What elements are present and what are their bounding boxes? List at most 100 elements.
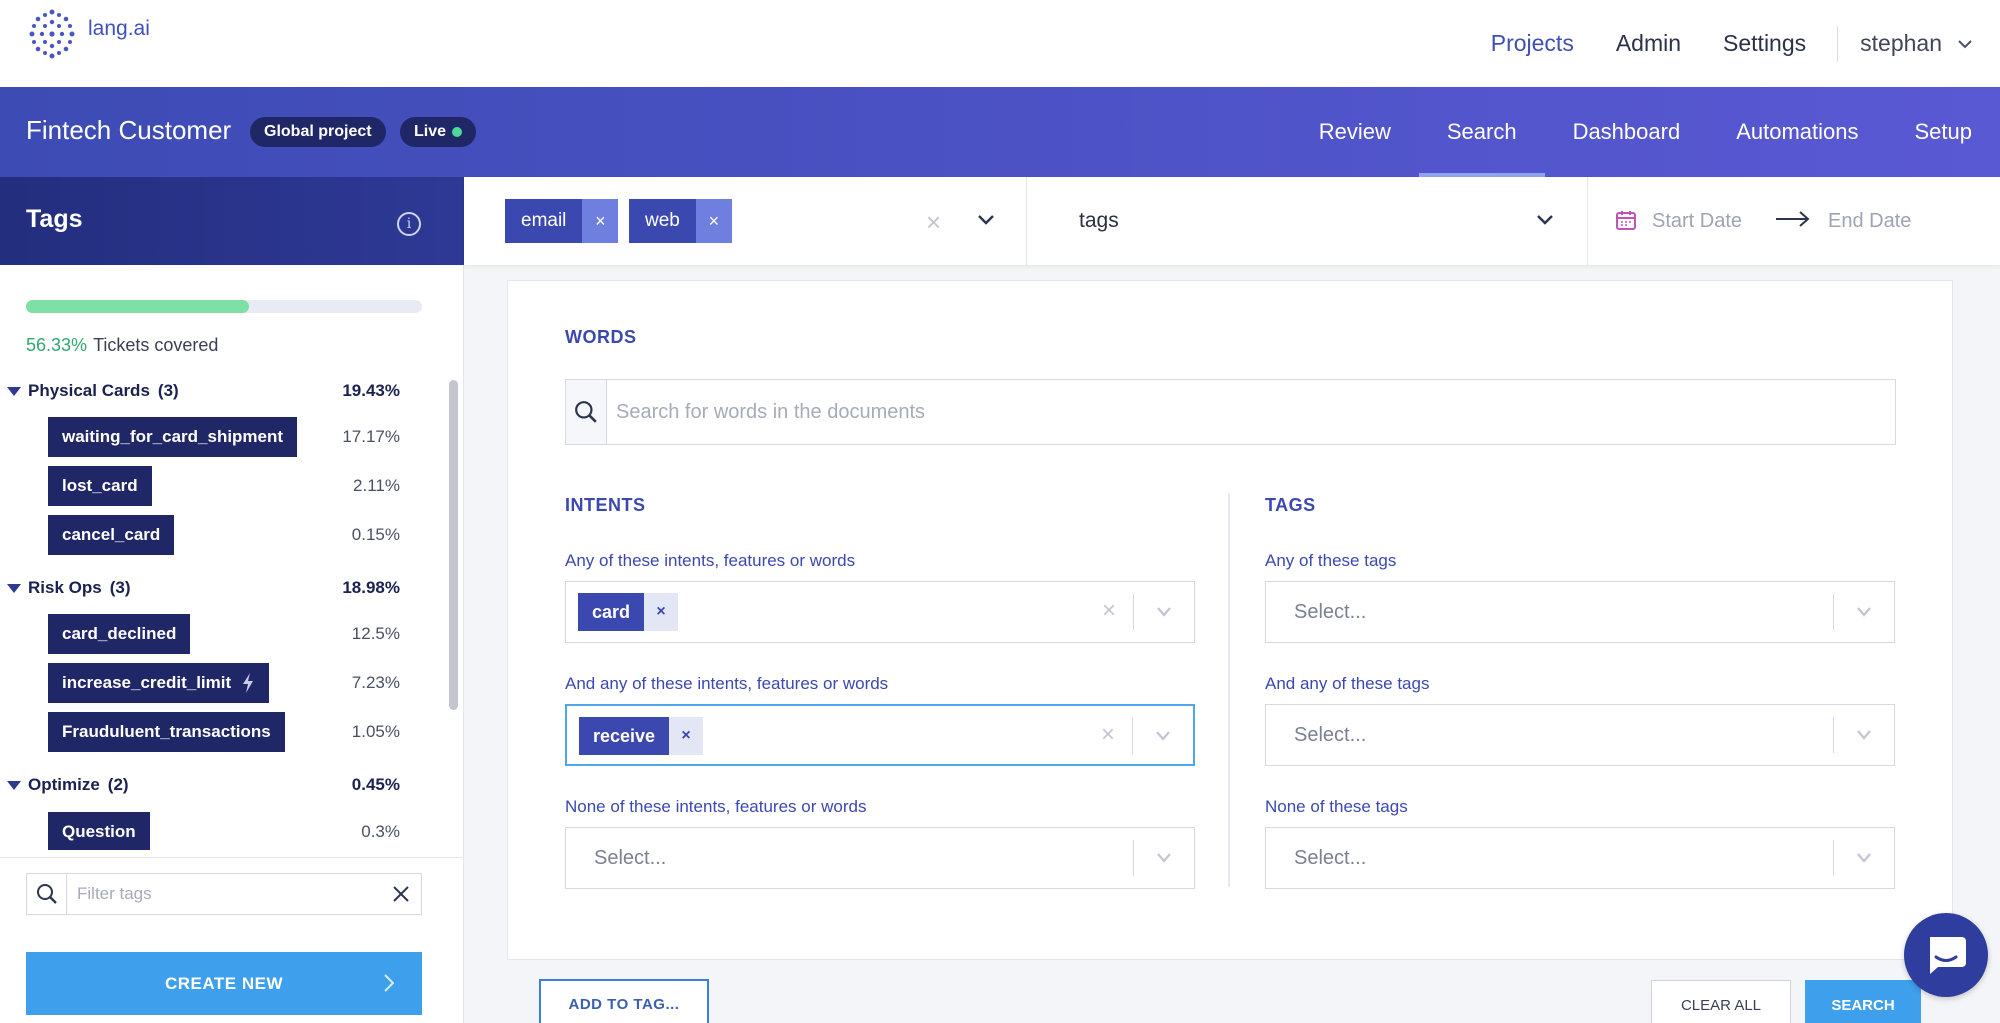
remove-icon[interactable]: ×: [644, 593, 679, 631]
chevron-down-icon[interactable]: [1156, 606, 1172, 618]
tags-none-select[interactable]: Select...: [1265, 827, 1895, 889]
live-badge: Live: [400, 117, 477, 147]
tag-row: increase_credit_limit 7.23%: [0, 663, 420, 703]
tags-and-select[interactable]: Select...: [1265, 704, 1895, 766]
global-project-badge: Global project: [250, 117, 386, 147]
info-icon[interactable]: i: [397, 212, 421, 236]
end-date-input[interactable]: End Date: [1828, 210, 1911, 233]
group-count: (2): [107, 775, 129, 794]
remove-icon[interactable]: ×: [582, 199, 619, 243]
nav-projects[interactable]: Projects: [1491, 30, 1574, 57]
group-count: (3): [109, 578, 131, 597]
chevron-down-icon[interactable]: [1156, 852, 1172, 864]
source-chip-web: web ×: [629, 199, 732, 243]
source-selector[interactable]: email × web × ×: [464, 177, 1027, 265]
select-separator: [1833, 717, 1834, 753]
select-separator: [1133, 840, 1134, 876]
tag-group-optimize[interactable]: Optimize (2) 0.45%: [0, 770, 420, 800]
close-icon[interactable]: [381, 886, 421, 902]
tag-chip[interactable]: Question: [48, 812, 150, 850]
date-range-picker[interactable]: Start Date End Date: [1588, 177, 2000, 265]
select-placeholder: Select...: [594, 847, 667, 869]
coverage-progress-bar: [26, 300, 422, 313]
tag-row: Frauduluent_transactions 1.05%: [0, 712, 420, 752]
source-chip-label: email: [505, 199, 583, 243]
tag-percent: 0.15%: [351, 525, 400, 544]
words-section-title: WORDS: [565, 327, 637, 347]
tag-group-physical-cards[interactable]: Physical Cards (3) 19.43%: [0, 376, 420, 406]
intent-chip-label: receive: [579, 717, 670, 755]
scrollbar-thumb[interactable]: [449, 380, 458, 710]
top-bar: lang.ai Projects Admin Settings stephan: [0, 0, 2000, 87]
clear-icon[interactable]: ×: [926, 207, 941, 238]
tab-search[interactable]: Search: [1418, 87, 1545, 177]
tag-chip[interactable]: cancel_card: [48, 515, 175, 555]
user-menu[interactable]: stephan: [1860, 30, 1972, 57]
chevron-down-icon[interactable]: [1856, 852, 1872, 864]
tag-chip[interactable]: Frauduluent_transactions: [48, 712, 285, 752]
chat-launcher[interactable]: [1904, 913, 1988, 997]
clear-icon[interactable]: ×: [1102, 597, 1116, 625]
intents-and-select[interactable]: receive × ×: [565, 704, 1195, 766]
group-name: Physical Cards: [28, 381, 150, 400]
create-new-button[interactable]: CREATE NEW: [26, 952, 422, 1015]
tag-row: card_declined 12.5%: [0, 614, 420, 654]
tab-setup[interactable]: Setup: [1887, 87, 2000, 177]
tag-percent: 0.3%: [361, 822, 400, 841]
tag-list: Physical Cards (3) 19.43% waiting_for_ca…: [0, 372, 440, 850]
clear-all-button[interactable]: CLEAR ALL: [1651, 980, 1791, 1023]
tab-dashboard[interactable]: Dashboard: [1545, 87, 1709, 177]
chevron-down-icon[interactable]: [977, 213, 995, 227]
bolt-icon: [243, 673, 254, 693]
tag-percent: 12.5%: [351, 624, 400, 643]
filter-tags-input[interactable]: [67, 884, 381, 904]
nav-settings[interactable]: Settings: [1723, 30, 1806, 57]
word-search-input[interactable]: [607, 400, 1895, 424]
tag-group-risk-ops[interactable]: Risk Ops (3) 18.98%: [0, 573, 420, 603]
group-name: Optimize: [28, 775, 100, 794]
add-to-tag-button[interactable]: ADD TO TAG...: [539, 979, 709, 1023]
caret-down-icon[interactable]: [7, 583, 21, 593]
arrow-right-icon: [1776, 211, 1810, 227]
remove-icon[interactable]: ×: [695, 199, 732, 243]
nav-admin[interactable]: Admin: [1616, 30, 1681, 57]
tag-chip[interactable]: waiting_for_card_shipment: [48, 417, 298, 457]
tag-percent: 2.11%: [353, 476, 400, 495]
chevron-down-icon[interactable]: [1536, 213, 1554, 227]
live-badge-label: Live: [414, 123, 447, 140]
tab-automations[interactable]: Automations: [1708, 87, 1886, 177]
intents-and-label: And any of these intents, features or wo…: [565, 674, 889, 693]
tag-chip[interactable]: lost_card: [48, 466, 152, 506]
tag-row: waiting_for_card_shipment 17.17%: [0, 417, 420, 457]
search-builder-panel: WORDS INTENTS Any of these intents, feat…: [507, 280, 1953, 960]
chevron-down-icon[interactable]: [1155, 730, 1171, 742]
tag-chip-label: increase_credit_limit: [62, 673, 232, 692]
chevron-down-icon[interactable]: [1856, 729, 1872, 741]
tag-selector-value: tags: [1079, 209, 1119, 232]
tag-list-scrollbar[interactable]: [446, 372, 460, 850]
search-icon: [27, 874, 67, 914]
tab-review[interactable]: Review: [1291, 87, 1419, 177]
tag-selector[interactable]: tags: [1027, 177, 1588, 265]
tags-and-label: And any of these tags: [1265, 674, 1430, 693]
tag-chip[interactable]: increase_credit_limit: [48, 663, 270, 703]
remove-icon[interactable]: ×: [669, 717, 704, 755]
tags-none-label: None of these tags: [1265, 797, 1408, 816]
chevron-down-icon[interactable]: [1856, 606, 1872, 618]
caret-down-icon[interactable]: [7, 780, 21, 790]
intents-none-label: None of these intents, features or words: [565, 797, 867, 816]
tag-chip[interactable]: card_declined: [48, 614, 191, 654]
select-placeholder: Select...: [1294, 601, 1367, 623]
intents-any-select[interactable]: card × ×: [565, 581, 1195, 643]
group-percent: 0.45%: [351, 775, 400, 794]
tags-any-select[interactable]: Select...: [1265, 581, 1895, 643]
coverage-progress-fill: [26, 300, 250, 313]
start-date-input[interactable]: Start Date: [1652, 210, 1742, 233]
select-separator: [1133, 594, 1134, 630]
project-bar: Fintech Customer Global project Live Rev…: [0, 87, 2000, 177]
search-button[interactable]: SEARCH: [1805, 980, 1921, 1023]
clear-icon[interactable]: ×: [1101, 721, 1115, 749]
intents-none-select[interactable]: Select...: [565, 827, 1195, 889]
caret-down-icon[interactable]: [7, 386, 21, 396]
logo[interactable]: lang.ai: [26, 6, 150, 62]
